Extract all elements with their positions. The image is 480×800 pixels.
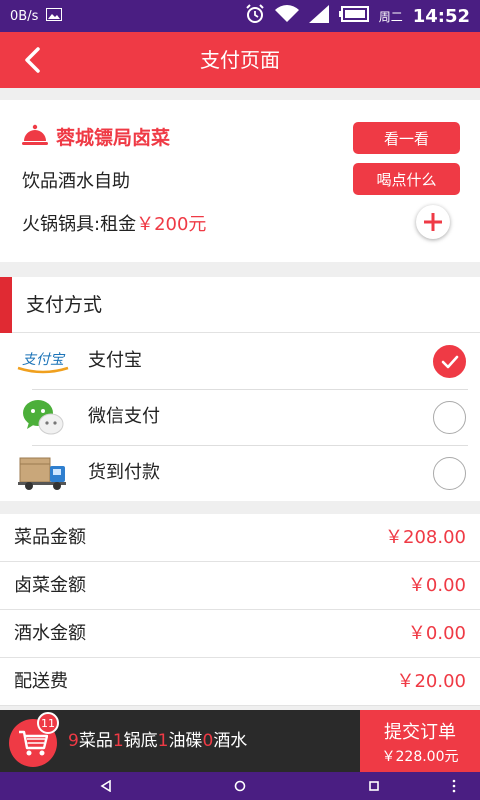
amount-summary: 菜品金额 ￥208.00 卤菜金额 ￥0.00 酒水金额 ￥0.00 配送费 ￥… [0, 514, 480, 706]
amount-label: 配送费 [14, 671, 68, 692]
submit-order-button[interactable]: 提交订单 ￥228.00元 [360, 710, 480, 772]
amount-value: ￥20.00 [396, 671, 466, 692]
drink-count: 0 [202, 731, 214, 751]
section-accent-bar [0, 277, 12, 333]
cart-count-badge: 11 [37, 712, 59, 734]
checkout-bar: 11 9菜品1锅底1油碟0酒水 提交订单 ￥228.00元 [0, 710, 480, 772]
store-title-row: 蓉城镖局卤菜 [22, 123, 170, 150]
payment-method-header: 支付方式 [0, 277, 480, 333]
clock: 14:52 [412, 5, 470, 27]
wechat-icon [14, 397, 72, 437]
amount-value: ￥0.00 [407, 575, 466, 596]
look-button[interactable]: 看一看 [353, 122, 460, 154]
radio-checked[interactable] [433, 345, 466, 378]
payment-option-label: 微信支付 [88, 406, 160, 427]
amount-value: ￥208.00 [385, 527, 466, 548]
dip-count: 1 [157, 731, 169, 751]
triangle-back-icon [100, 780, 111, 792]
page-title: 支付页面 [200, 48, 280, 72]
app-bar: 支付页面 [0, 32, 480, 88]
signal-icon [308, 5, 329, 27]
cart-summary: 9菜品1锅底1油碟0酒水 [68, 710, 247, 772]
rent-price: ￥200元 [136, 214, 207, 235]
amount-value: ￥0.00 [407, 623, 466, 644]
image-notification-icon [46, 8, 63, 25]
payment-option-cash-on-delivery[interactable]: 货到付款 [0, 445, 480, 501]
dip-label: 油碟 [168, 731, 203, 751]
add-button[interactable] [416, 205, 450, 239]
checkmark-icon [441, 355, 458, 368]
payment-method-list: 支付宝 支付宝 微信支付 货到付款 [0, 333, 480, 501]
delivery-truck-icon [14, 453, 72, 493]
nav-home-button[interactable] [230, 776, 250, 796]
payment-option-label: 货到付款 [88, 462, 160, 483]
plus-icon [424, 213, 442, 231]
payment-option-wechat[interactable]: 微信支付 [0, 389, 480, 445]
drink-label: 酒水 [213, 731, 248, 751]
payment-option-alipay[interactable]: 支付宝 支付宝 [0, 333, 480, 389]
alarm-icon [245, 4, 265, 28]
amount-label: 卤菜金额 [14, 575, 86, 596]
store-name: 蓉城镖局卤菜 [56, 127, 171, 149]
amount-row-braised: 卤菜金额 ￥0.00 [0, 562, 480, 610]
network-speed: 0B/s [10, 9, 39, 24]
cloche-icon [22, 124, 48, 150]
drinks-self-service-text: 饮品酒水自助 [22, 171, 130, 192]
square-recents-icon [369, 781, 379, 791]
amount-label: 酒水金额 [14, 623, 86, 644]
svg-text:支付宝: 支付宝 [22, 352, 66, 368]
store-card: 蓉城镖局卤菜 看一看 饮品酒水自助 喝点什么 火锅锅具:租金￥200元 [0, 100, 480, 262]
amount-row-dishes: 菜品金额 ￥208.00 [0, 514, 480, 562]
nav-menu-button[interactable] [444, 776, 464, 796]
amount-label: 菜品金额 [14, 527, 86, 548]
day-of-week: 周二 [378, 9, 403, 24]
nav-recents-button[interactable] [364, 776, 384, 796]
alipay-icon: 支付宝 [14, 341, 72, 381]
amount-row-drinks: 酒水金额 ￥0.00 [0, 610, 480, 658]
rent-label: 火锅锅具:租金 [22, 214, 137, 235]
payment-option-label: 支付宝 [88, 350, 142, 371]
radio-unchecked[interactable] [433, 401, 466, 434]
radio-unchecked[interactable] [433, 457, 466, 490]
more-vertical-icon [452, 779, 456, 793]
nav-back-button[interactable] [96, 776, 116, 796]
wifi-icon [274, 5, 299, 27]
pot-count: 1 [112, 731, 124, 751]
pot-label: 锅底 [123, 731, 158, 751]
rent-line: 火锅锅具:租金￥200元 [22, 210, 206, 236]
amount-row-delivery-fee: 配送费 ￥20.00 [0, 658, 480, 706]
drink-button[interactable]: 喝点什么 [353, 163, 460, 195]
system-nav-bar [0, 772, 480, 800]
payment-method-title: 支付方式 [26, 294, 103, 316]
dish-count: 9 [68, 731, 79, 751]
battery-icon [338, 6, 369, 26]
order-total: ￥228.00元 [381, 749, 459, 765]
dish-label: 菜品 [78, 731, 113, 751]
circle-home-icon [234, 780, 246, 792]
status-bar: 0B/s 周二 14:52 [0, 0, 480, 32]
submit-order-label: 提交订单 [384, 722, 456, 743]
